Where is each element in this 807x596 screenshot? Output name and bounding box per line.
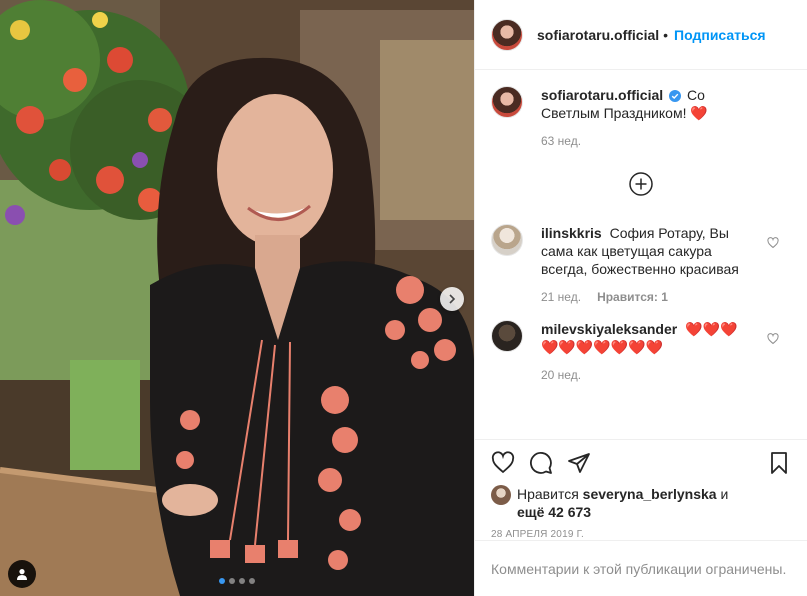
save-button[interactable] <box>767 451 791 475</box>
comment-meta: 21 нед. Нравится: 1 <box>541 290 751 304</box>
chevron-right-icon <box>449 294 456 304</box>
likes-and: и <box>720 486 729 502</box>
caption-emoji: ❤️ <box>690 105 708 121</box>
comments-list[interactable]: sofiarotaru.official Со Светлым Праздник… <box>475 70 807 439</box>
comment-time[interactable]: 21 нед. <box>541 290 581 304</box>
caption-time[interactable]: 63 нед. <box>541 134 581 148</box>
comment-like-button[interactable] <box>767 332 779 350</box>
follow-button[interactable]: Подписаться <box>674 27 766 43</box>
verified-badge-icon <box>669 90 682 102</box>
author-avatar[interactable] <box>491 18 523 51</box>
post-header: sofiarotaru.official • Подписаться <box>475 0 807 70</box>
post-date[interactable]: 28 АПРЕЛЯ 2019 Г. <box>475 521 807 540</box>
load-more-button[interactable] <box>629 172 653 196</box>
carousel-dot <box>239 578 245 584</box>
like-button[interactable] <box>491 450 515 475</box>
caption-meta: 63 нед. <box>541 134 751 148</box>
post-caption: sofiarotaru.official Со Светлым Праздник… <box>491 86 791 148</box>
paper-plane-icon <box>568 452 590 473</box>
comment-button[interactable] <box>529 451 553 475</box>
post-dialog: sofiarotaru.official • Подписаться sofia… <box>0 0 807 596</box>
carousel-dots <box>0 578 474 584</box>
load-more-comments <box>491 172 791 196</box>
caption-avatar[interactable] <box>491 86 523 118</box>
next-slide-button[interactable] <box>440 287 464 311</box>
plus-circle-icon <box>629 172 653 196</box>
comment-likes[interactable]: Нравится: 1 <box>597 290 668 304</box>
comment-icon <box>530 451 552 474</box>
post-panel: sofiarotaru.official • Подписаться sofia… <box>474 0 807 596</box>
liker-avatar[interactable] <box>491 485 511 505</box>
likes-prefix: Нравится <box>517 486 579 502</box>
tagged-users-button[interactable] <box>8 560 36 588</box>
caption-body: sofiarotaru.official Со Светлым Праздник… <box>541 86 751 122</box>
comment-meta: 20 нед. <box>541 368 751 382</box>
comments-restricted-notice: Комментарии к этой публикации ограничены… <box>475 540 807 596</box>
author-username[interactable]: sofiarotaru.official <box>537 27 659 43</box>
comment-like-button[interactable] <box>767 236 779 254</box>
comment-item: ilinskkris София Ротару, Вы сама как цве… <box>491 224 791 304</box>
heart-icon <box>491 450 515 473</box>
commenter-avatar[interactable] <box>491 224 523 256</box>
carousel-dot <box>249 578 255 584</box>
comment-item: milevskiyaleksander ❤️❤️❤️❤️❤️❤️❤️❤️❤️❤️… <box>491 320 791 382</box>
carousel-dot <box>219 578 225 584</box>
comment-body: ilinskkris София Ротару, Вы сама как цве… <box>541 224 751 278</box>
post-photo[interactable] <box>0 0 474 596</box>
heart-outline-icon <box>767 237 779 249</box>
post-actions <box>475 439 807 485</box>
commenter-username[interactable]: milevskiyaleksander <box>541 321 677 337</box>
likes-count[interactable]: ещё 42 673 <box>517 504 591 520</box>
likes-text: Нравится severyna_berlynska и ещё 42 673 <box>517 485 757 521</box>
carousel-dot <box>229 578 235 584</box>
commenter-avatar[interactable] <box>491 320 523 352</box>
share-button[interactable] <box>567 451 591 475</box>
header-separator: • <box>663 26 669 43</box>
caption-username[interactable]: sofiarotaru.official <box>541 87 663 103</box>
comment-body: milevskiyaleksander ❤️❤️❤️❤️❤️❤️❤️❤️❤️❤️ <box>541 320 751 356</box>
bookmark-icon <box>771 451 787 474</box>
user-icon <box>17 569 27 580</box>
photo-scene <box>0 0 474 596</box>
comment-time[interactable]: 20 нед. <box>541 368 581 382</box>
heart-outline-icon <box>767 333 779 345</box>
commenter-username[interactable]: ilinskkris <box>541 225 602 241</box>
liker-username[interactable]: severyna_berlynska <box>583 486 717 502</box>
likes-summary: Нравится severyna_berlynska и ещё 42 673 <box>475 485 807 521</box>
